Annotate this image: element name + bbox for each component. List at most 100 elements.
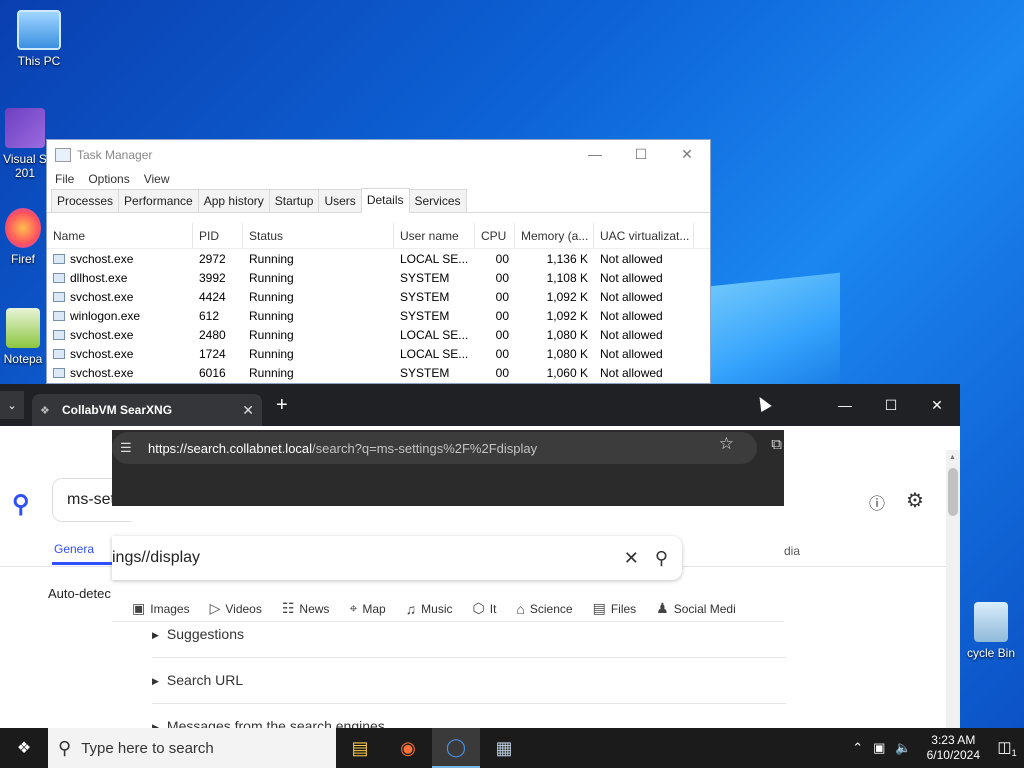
category-tab-videos[interactable]: ▷ Videos (210, 600, 262, 617)
section-label: Search URL (166, 672, 244, 688)
column-header-memory[interactable]: Memory (a... (515, 223, 594, 248)
file-explorer-taskbar-icon[interactable]: ▤ (336, 728, 384, 768)
music-icon: ♫ (405, 600, 417, 617)
menu-file[interactable]: File (55, 172, 74, 186)
close-button[interactable]: ✕ (914, 384, 960, 426)
extensions-icon[interactable]: ⧉ (771, 436, 782, 453)
table-row[interactable]: svchost.exe 4424 Running SYSTEM 00 1,092 K Not… (47, 287, 710, 306)
table-cell: Running (249, 289, 294, 304)
menu-options[interactable]: Options (88, 172, 129, 186)
table-cell: 00 (495, 346, 509, 361)
scroll-thumb[interactable] (948, 468, 958, 516)
minimize-button[interactable]: — (572, 146, 618, 163)
taskbar: ❖ ⚲ Type here to search ▤ ◉ ◯ ▦ ⌃ ▣ 🔈 3:… (0, 728, 1024, 768)
page-scrollbar[interactable]: ▲ (946, 450, 960, 728)
info-icon[interactable]: ⓘ (869, 490, 885, 514)
table-row[interactable]: dllhost.exe 3992 Running SYSTEM 00 1,108 K Not… (47, 268, 710, 287)
category-tab-it[interactable]: ⬡ It (473, 600, 497, 617)
url-path: /search?q=ms-settings%2F%2Fdisplay (312, 440, 538, 456)
notification-center-icon[interactable]: ◫1 (990, 738, 1024, 758)
table-cell: Not allowed (600, 308, 663, 323)
volume-muted-icon[interactable]: 🔈 (895, 740, 911, 756)
table-row[interactable]: svchost.exe 1724 Running LOCAL SE... 00 1,080… (47, 344, 710, 363)
title-bar[interactable]: Task Manager — ☐ ✕ (47, 140, 710, 169)
tab-users[interactable]: Users (318, 189, 362, 212)
task-manager-taskbar-icon[interactable]: ▦ (480, 728, 528, 768)
site-settings-icon[interactable]: ☰ (120, 440, 140, 456)
table-row[interactable]: svchost.exe 2972 Running LOCAL SE... 00 1,136… (47, 249, 710, 268)
bookmark-star-icon[interactable]: ☆ (719, 434, 734, 454)
clock[interactable]: 3:23 AM 6/10/2024 (927, 733, 980, 763)
language-auto-detect[interactable]: Auto-detec (48, 586, 111, 601)
category-label: Videos (225, 601, 262, 616)
expand-arrow-icon: ▶ (152, 676, 159, 686)
tab-app-history[interactable]: App history (197, 189, 270, 212)
column-header-uac[interactable]: UAC virtualizat... (594, 223, 694, 248)
desktop-icon-recycle-bin[interactable]: cycle Bin (958, 602, 1024, 660)
network-icon[interactable]: ▣ (873, 740, 885, 756)
start-button[interactable]: ❖ (0, 728, 48, 768)
desktop-icon-notepad[interactable]: Notepa (0, 308, 46, 366)
desktop-icon-firefox[interactable]: Firef (0, 208, 46, 266)
table-row[interactable]: winlogon.exe 612 Running SYSTEM 00 1,092 K Not… (47, 306, 710, 325)
tab-search-button[interactable]: ⌄ (0, 391, 24, 419)
table-cell: Running (249, 327, 294, 342)
search-icon[interactable]: ⚲ (655, 548, 668, 569)
address-bar[interactable]: ☰ https://search.collabnet.local/search?… (112, 432, 757, 464)
browser-tab[interactable]: ❖ CollabVM SearXNG ✕ (32, 394, 262, 426)
minimize-button[interactable]: — (822, 384, 868, 426)
gear-icon[interactable]: ⚙ (906, 488, 924, 513)
expand-arrow-icon: ▶ (152, 630, 159, 640)
scroll-up-icon[interactable]: ▲ (949, 454, 956, 461)
menu-view[interactable]: View (144, 172, 170, 186)
tab-processes[interactable]: Processes (51, 189, 120, 212)
category-tab-social-medi[interactable]: ♟ Social Medi (656, 600, 736, 617)
section-suggestions[interactable]: ▶ Suggestions (152, 626, 786, 658)
search-box-overlay[interactable]: ings//display ✕ ⚲ (112, 536, 682, 580)
column-header-cpu[interactable]: CPU (475, 223, 515, 248)
new-tab-button[interactable]: + (276, 394, 288, 417)
category-tab-science[interactable]: ⌂ Science (516, 601, 572, 617)
category-tab-music[interactable]: ♫ Music (406, 601, 453, 617)
maximize-button[interactable]: ☐ (618, 146, 664, 163)
table-cell: 2480 (199, 327, 226, 342)
section-engine-messages[interactable]: ▶ Messages from the search engines (152, 718, 786, 728)
process-name: dllhost.exe (70, 270, 128, 285)
firefox-taskbar-icon[interactable]: ◉ (384, 728, 432, 768)
tab-startup[interactable]: Startup (268, 189, 320, 212)
task-manager-window[interactable]: Task Manager — ☐ ✕ File Options View Pro… (46, 139, 711, 384)
chevron-up-icon[interactable]: ⌃ (852, 740, 863, 756)
desktop-icon-visual-studio[interactable]: Visual S 201 (0, 108, 50, 180)
close-button[interactable]: ✕ (664, 146, 710, 163)
search-query-text[interactable]: ings//display (112, 549, 624, 567)
details-table: Name PID Status User name CPU Memory (a.… (47, 223, 710, 382)
url-text[interactable]: https://search.collabnet.local/search?q=… (148, 441, 537, 456)
taskbar-search-box[interactable]: ⚲ Type here to search (48, 728, 336, 768)
table-row[interactable]: svchost.exe 2480 Running LOCAL SE... 00 1,080… (47, 325, 710, 344)
column-header-name[interactable]: Name (47, 223, 193, 248)
chrome-taskbar-icon[interactable]: ◯ (432, 728, 480, 768)
search-logo-icon[interactable]: ⚲ (12, 490, 30, 519)
clear-search-icon[interactable]: ✕ (624, 548, 639, 569)
category-tab-images[interactable]: ▣ Images (132, 600, 190, 617)
tab-services[interactable]: Services (408, 189, 467, 212)
tab-social-media-fragment[interactable]: dia (784, 544, 800, 558)
table-row[interactable]: svchost.exe 6016 Running SYSTEM 00 1,060 K Not… (47, 363, 710, 382)
tab-performance[interactable]: Performance (118, 189, 199, 212)
close-tab-icon[interactable]: ✕ (242, 402, 254, 419)
category-tab-map[interactable]: ⌖ Map (349, 600, 385, 617)
address-bar-dropdown[interactable]: ☰ https://search.collabnet.local/search?… (112, 430, 784, 506)
table-cell: 6016 (199, 365, 226, 380)
column-header-pid[interactable]: PID (193, 223, 243, 248)
maximize-button[interactable]: ☐ (868, 384, 914, 426)
section-search-url[interactable]: ▶ Search URL (152, 672, 786, 704)
table-cell: svchost.exe (47, 328, 193, 342)
column-header-status[interactable]: Status (243, 223, 394, 248)
desktop-icon-this-pc[interactable]: This PC (4, 10, 74, 68)
category-tab-files[interactable]: ▤ Files (593, 600, 637, 617)
process-name: winlogon.exe (70, 308, 141, 323)
category-tab-news[interactable]: ☷ News (282, 600, 330, 617)
tab-details[interactable]: Details (360, 188, 410, 213)
column-header-user[interactable]: User name (394, 223, 475, 248)
tab-general[interactable]: Genera (54, 542, 94, 556)
